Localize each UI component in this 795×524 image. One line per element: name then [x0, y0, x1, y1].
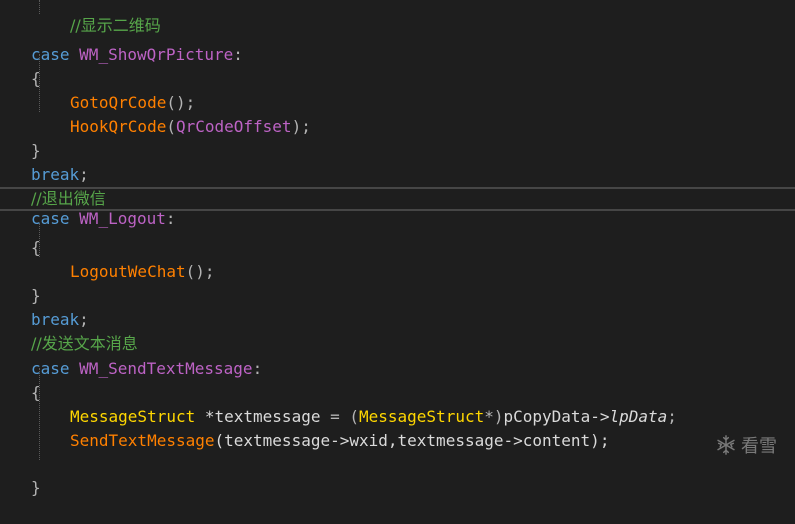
code-line: }: [0, 452, 795, 497]
code-line: //退出微信: [0, 163, 795, 208]
code-line: case WM_ShowQrPicture:: [0, 19, 795, 64]
watermark-text: 看雪: [741, 436, 777, 457]
function-name: SendTextMessage: [70, 431, 215, 450]
code-line: case WM_SendTextMessage:: [0, 333, 795, 378]
code-line: LogoutWeChat();: [0, 236, 795, 281]
code-line: }: [0, 115, 795, 160]
arguments: (textmessage->wxid,textmessage->content)…: [214, 431, 610, 450]
code-editor[interactable]: //显示二维码 case WM_ShowQrPicture: { GotoQrC…: [0, 0, 795, 497]
snowflake-icon: [717, 435, 735, 455]
call-statement: SendTextMessage(textmessage->wxid,textme…: [70, 429, 609, 453]
code-line: {: [0, 212, 795, 257]
code-line: MessageStruct *textmessage = (MessageStr…: [0, 381, 795, 426]
code-line: }: [0, 260, 795, 305]
code-line: break;: [0, 284, 795, 329]
code-line-current: case WM_Logout:: [0, 187, 795, 228]
code-line: HookQrCode(QrCodeOffset);: [0, 91, 795, 136]
code-line: SendTextMessage(textmessage->wxid,textme…: [0, 405, 795, 450]
code-line: break;: [0, 139, 795, 184]
code-line: //显示二维码: [0, 0, 795, 35]
watermark: 看雪: [715, 432, 777, 458]
close-brace: }: [31, 478, 41, 497]
code-line: {: [0, 43, 795, 88]
code-line: GotoQrCode();: [0, 67, 795, 112]
code-line: //发送文本消息: [0, 308, 795, 353]
code-line: {: [0, 357, 795, 402]
